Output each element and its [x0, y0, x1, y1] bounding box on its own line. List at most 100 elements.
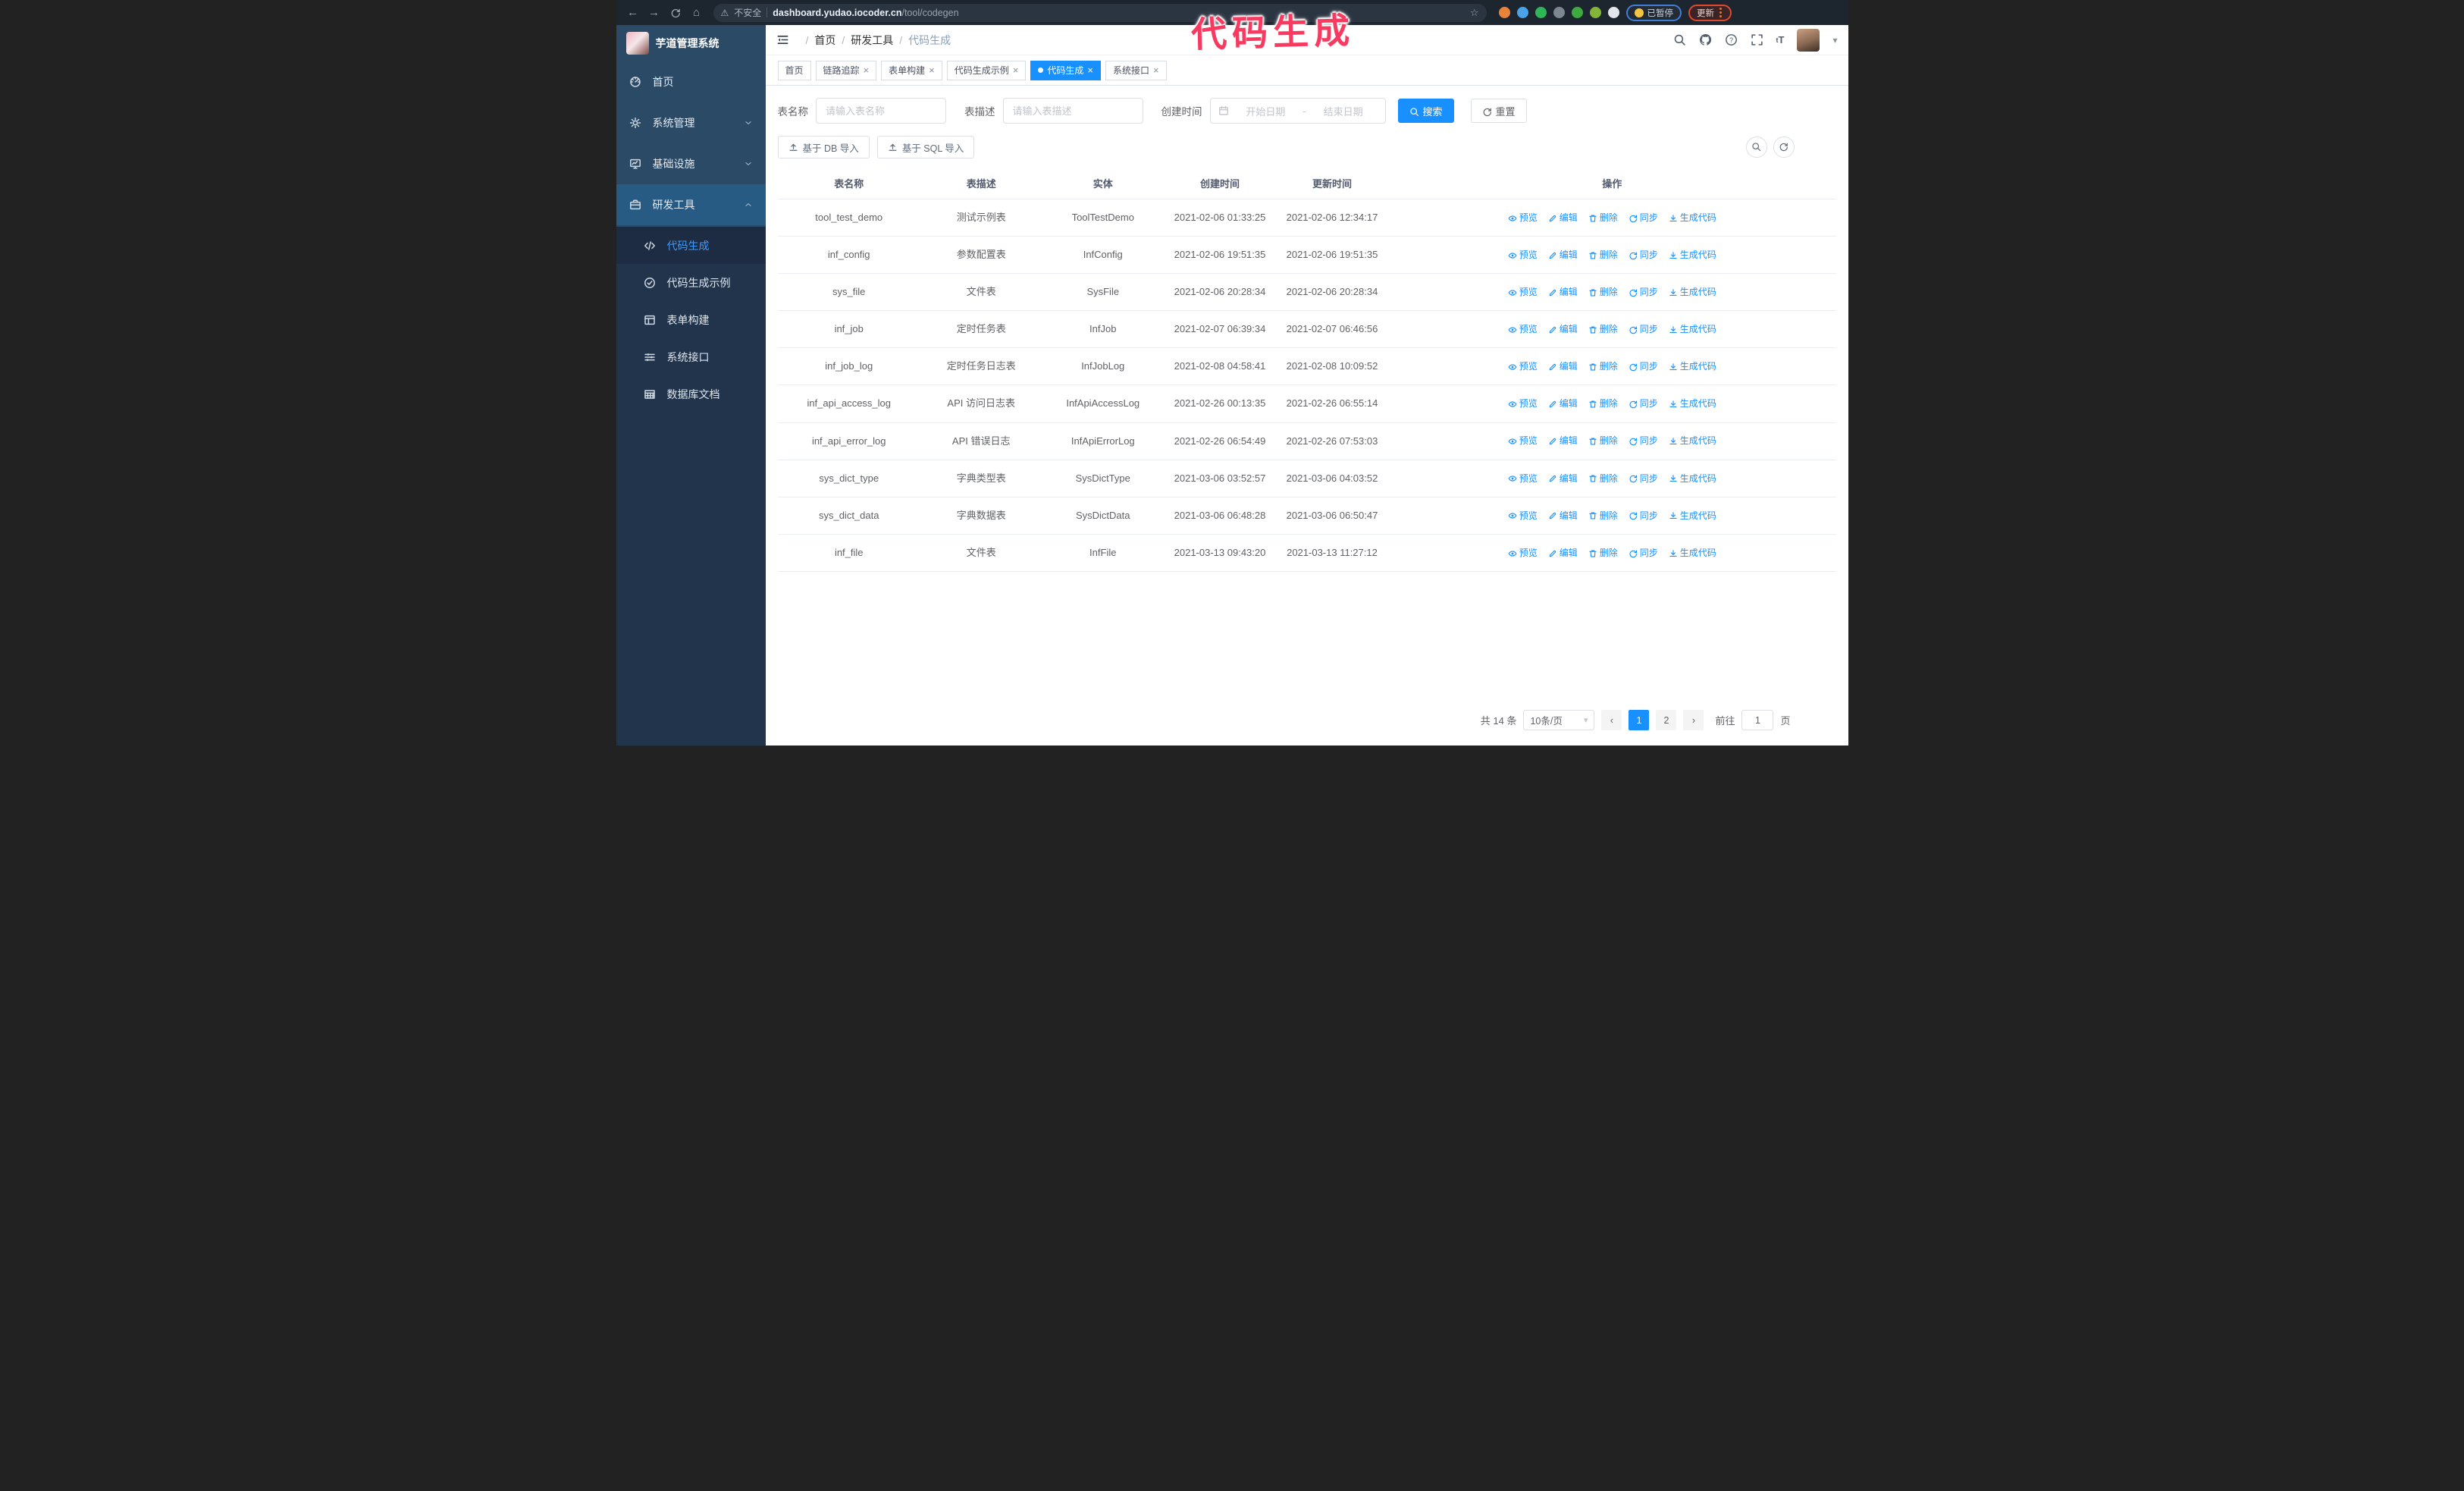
tab[interactable]: 链路追踪 × — [815, 60, 877, 80]
sidebar-menu-item[interactable]: 研发工具 — [616, 184, 766, 225]
preview-link[interactable]: 预览 — [1508, 247, 1538, 262]
hamburger-icon[interactable] — [776, 33, 789, 46]
delete-link[interactable]: 删除 — [1588, 247, 1618, 262]
delete-link[interactable]: 删除 — [1588, 396, 1618, 411]
sidebar-submenu-item[interactable]: 代码生成 — [616, 227, 766, 264]
next-page-button[interactable]: › — [1683, 710, 1704, 730]
extension-icon[interactable] — [1589, 7, 1601, 18]
search-button[interactable]: 搜索 — [1397, 99, 1454, 123]
breadcrumb-item[interactable]: / 首页 — [800, 33, 836, 48]
preview-link[interactable]: 预览 — [1508, 210, 1538, 225]
generate-code-link[interactable]: 生成代码 — [1669, 545, 1716, 560]
close-icon[interactable]: × — [864, 65, 870, 75]
sync-link[interactable]: 同步 — [1629, 471, 1658, 486]
close-icon[interactable]: × — [929, 65, 935, 75]
generate-code-link[interactable]: 生成代码 — [1669, 210, 1716, 225]
fullscreen-icon[interactable] — [1751, 33, 1763, 46]
generate-code-link[interactable]: 生成代码 — [1669, 284, 1716, 300]
db-import-button[interactable]: 基于 DB 导入 — [777, 136, 870, 159]
tab[interactable]: 表单构建 × — [881, 60, 942, 80]
extension-icon[interactable] — [1607, 7, 1619, 18]
tab[interactable]: 代码生成示例 × — [946, 60, 1027, 80]
goto-page-input[interactable] — [1741, 710, 1774, 730]
generate-code-link[interactable]: 生成代码 — [1669, 471, 1716, 486]
page-number-button[interactable]: 2 — [1656, 710, 1677, 730]
font-size-icon[interactable]: tT — [1776, 34, 1785, 46]
preview-link[interactable]: 预览 — [1508, 508, 1538, 523]
delete-link[interactable]: 删除 — [1588, 508, 1618, 523]
preview-link[interactable]: 预览 — [1508, 396, 1538, 411]
page-size-select[interactable]: 10条/页 ▾ — [1523, 710, 1595, 730]
github-icon[interactable] — [1699, 33, 1712, 46]
preview-link[interactable]: 预览 — [1508, 433, 1538, 448]
delete-link[interactable]: 删除 — [1588, 545, 1618, 560]
prev-page-button[interactable]: ‹ — [1601, 710, 1622, 730]
update-button[interactable]: 更新 — [1688, 4, 1732, 21]
preview-link[interactable]: 预览 — [1508, 359, 1538, 374]
preview-link[interactable]: 预览 — [1508, 545, 1538, 560]
delete-link[interactable]: 删除 — [1588, 433, 1618, 448]
delete-link[interactable]: 删除 — [1588, 471, 1618, 486]
reload-icon[interactable] — [666, 7, 685, 18]
preview-link[interactable]: 预览 — [1508, 471, 1538, 486]
edit-link[interactable]: 编辑 — [1548, 545, 1578, 560]
sync-link[interactable]: 同步 — [1629, 508, 1658, 523]
extension-icon[interactable] — [1535, 7, 1547, 18]
preview-link[interactable]: 预览 — [1508, 284, 1538, 300]
sync-link[interactable]: 同步 — [1629, 284, 1658, 300]
sync-link[interactable]: 同步 — [1629, 359, 1658, 374]
delete-link[interactable]: 删除 — [1588, 284, 1618, 300]
bookmark-star-icon[interactable]: ☆ — [1470, 7, 1479, 19]
sidebar-submenu-item[interactable]: 系统接口 — [616, 338, 766, 375]
logo[interactable]: 芋道管理系统 — [616, 25, 766, 61]
close-icon[interactable]: × — [1013, 65, 1019, 75]
forward-icon[interactable]: → — [645, 7, 663, 18]
sync-link[interactable]: 同步 — [1629, 210, 1658, 225]
breadcrumb-item[interactable]: / 代码生成 — [893, 33, 951, 48]
sql-import-button[interactable]: 基于 SQL 导入 — [876, 136, 975, 159]
extension-icon[interactable] — [1571, 7, 1583, 18]
generate-code-link[interactable]: 生成代码 — [1669, 433, 1716, 448]
generate-code-link[interactable]: 生成代码 — [1669, 322, 1716, 337]
delete-link[interactable]: 删除 — [1588, 359, 1618, 374]
close-icon[interactable]: × — [1087, 65, 1093, 75]
close-icon[interactable]: × — [1153, 65, 1159, 75]
sync-link[interactable]: 同步 — [1629, 545, 1658, 560]
table-desc-input[interactable] — [1002, 98, 1143, 124]
end-date-placeholder[interactable]: 结束日期 — [1309, 104, 1378, 118]
sidebar-menu-item[interactable]: 基础设施 — [616, 143, 766, 184]
tab[interactable]: 首页 — [777, 60, 811, 80]
edit-link[interactable]: 编辑 — [1548, 247, 1578, 262]
sidebar-menu-item[interactable]: 系统管理 — [616, 102, 766, 143]
breadcrumb-item[interactable]: / 研发工具 — [835, 33, 893, 48]
table-name-input[interactable] — [816, 98, 946, 124]
toggle-search-button[interactable] — [1745, 137, 1767, 158]
extension-icon[interactable] — [1553, 7, 1565, 18]
sync-link[interactable]: 同步 — [1629, 433, 1658, 448]
avatar[interactable] — [1797, 28, 1820, 52]
date-range-picker[interactable]: 开始日期 - 结束日期 — [1209, 98, 1386, 124]
sync-link[interactable]: 同步 — [1629, 247, 1658, 262]
refresh-table-button[interactable] — [1773, 137, 1795, 158]
sidebar-submenu-item[interactable]: 表单构建 — [616, 301, 766, 338]
sync-link[interactable]: 同步 — [1629, 322, 1658, 337]
generate-code-link[interactable]: 生成代码 — [1669, 508, 1716, 523]
preview-link[interactable]: 预览 — [1508, 322, 1538, 337]
edit-link[interactable]: 编辑 — [1548, 284, 1578, 300]
page-number-button[interactable]: 1 — [1629, 710, 1650, 730]
generate-code-link[interactable]: 生成代码 — [1669, 396, 1716, 411]
delete-link[interactable]: 删除 — [1588, 322, 1618, 337]
reset-button[interactable]: 重置 — [1470, 99, 1527, 123]
extension-icon[interactable] — [1516, 7, 1528, 18]
edit-link[interactable]: 编辑 — [1548, 396, 1578, 411]
edit-link[interactable]: 编辑 — [1548, 433, 1578, 448]
tab[interactable]: 系统接口 × — [1105, 60, 1167, 80]
edit-link[interactable]: 编辑 — [1548, 471, 1578, 486]
generate-code-link[interactable]: 生成代码 — [1669, 359, 1716, 374]
edit-link[interactable]: 编辑 — [1548, 359, 1578, 374]
edit-link[interactable]: 编辑 — [1548, 322, 1578, 337]
edit-link[interactable]: 编辑 — [1548, 508, 1578, 523]
back-icon[interactable]: ← — [624, 7, 642, 18]
delete-link[interactable]: 删除 — [1588, 210, 1618, 225]
generate-code-link[interactable]: 生成代码 — [1669, 247, 1716, 262]
